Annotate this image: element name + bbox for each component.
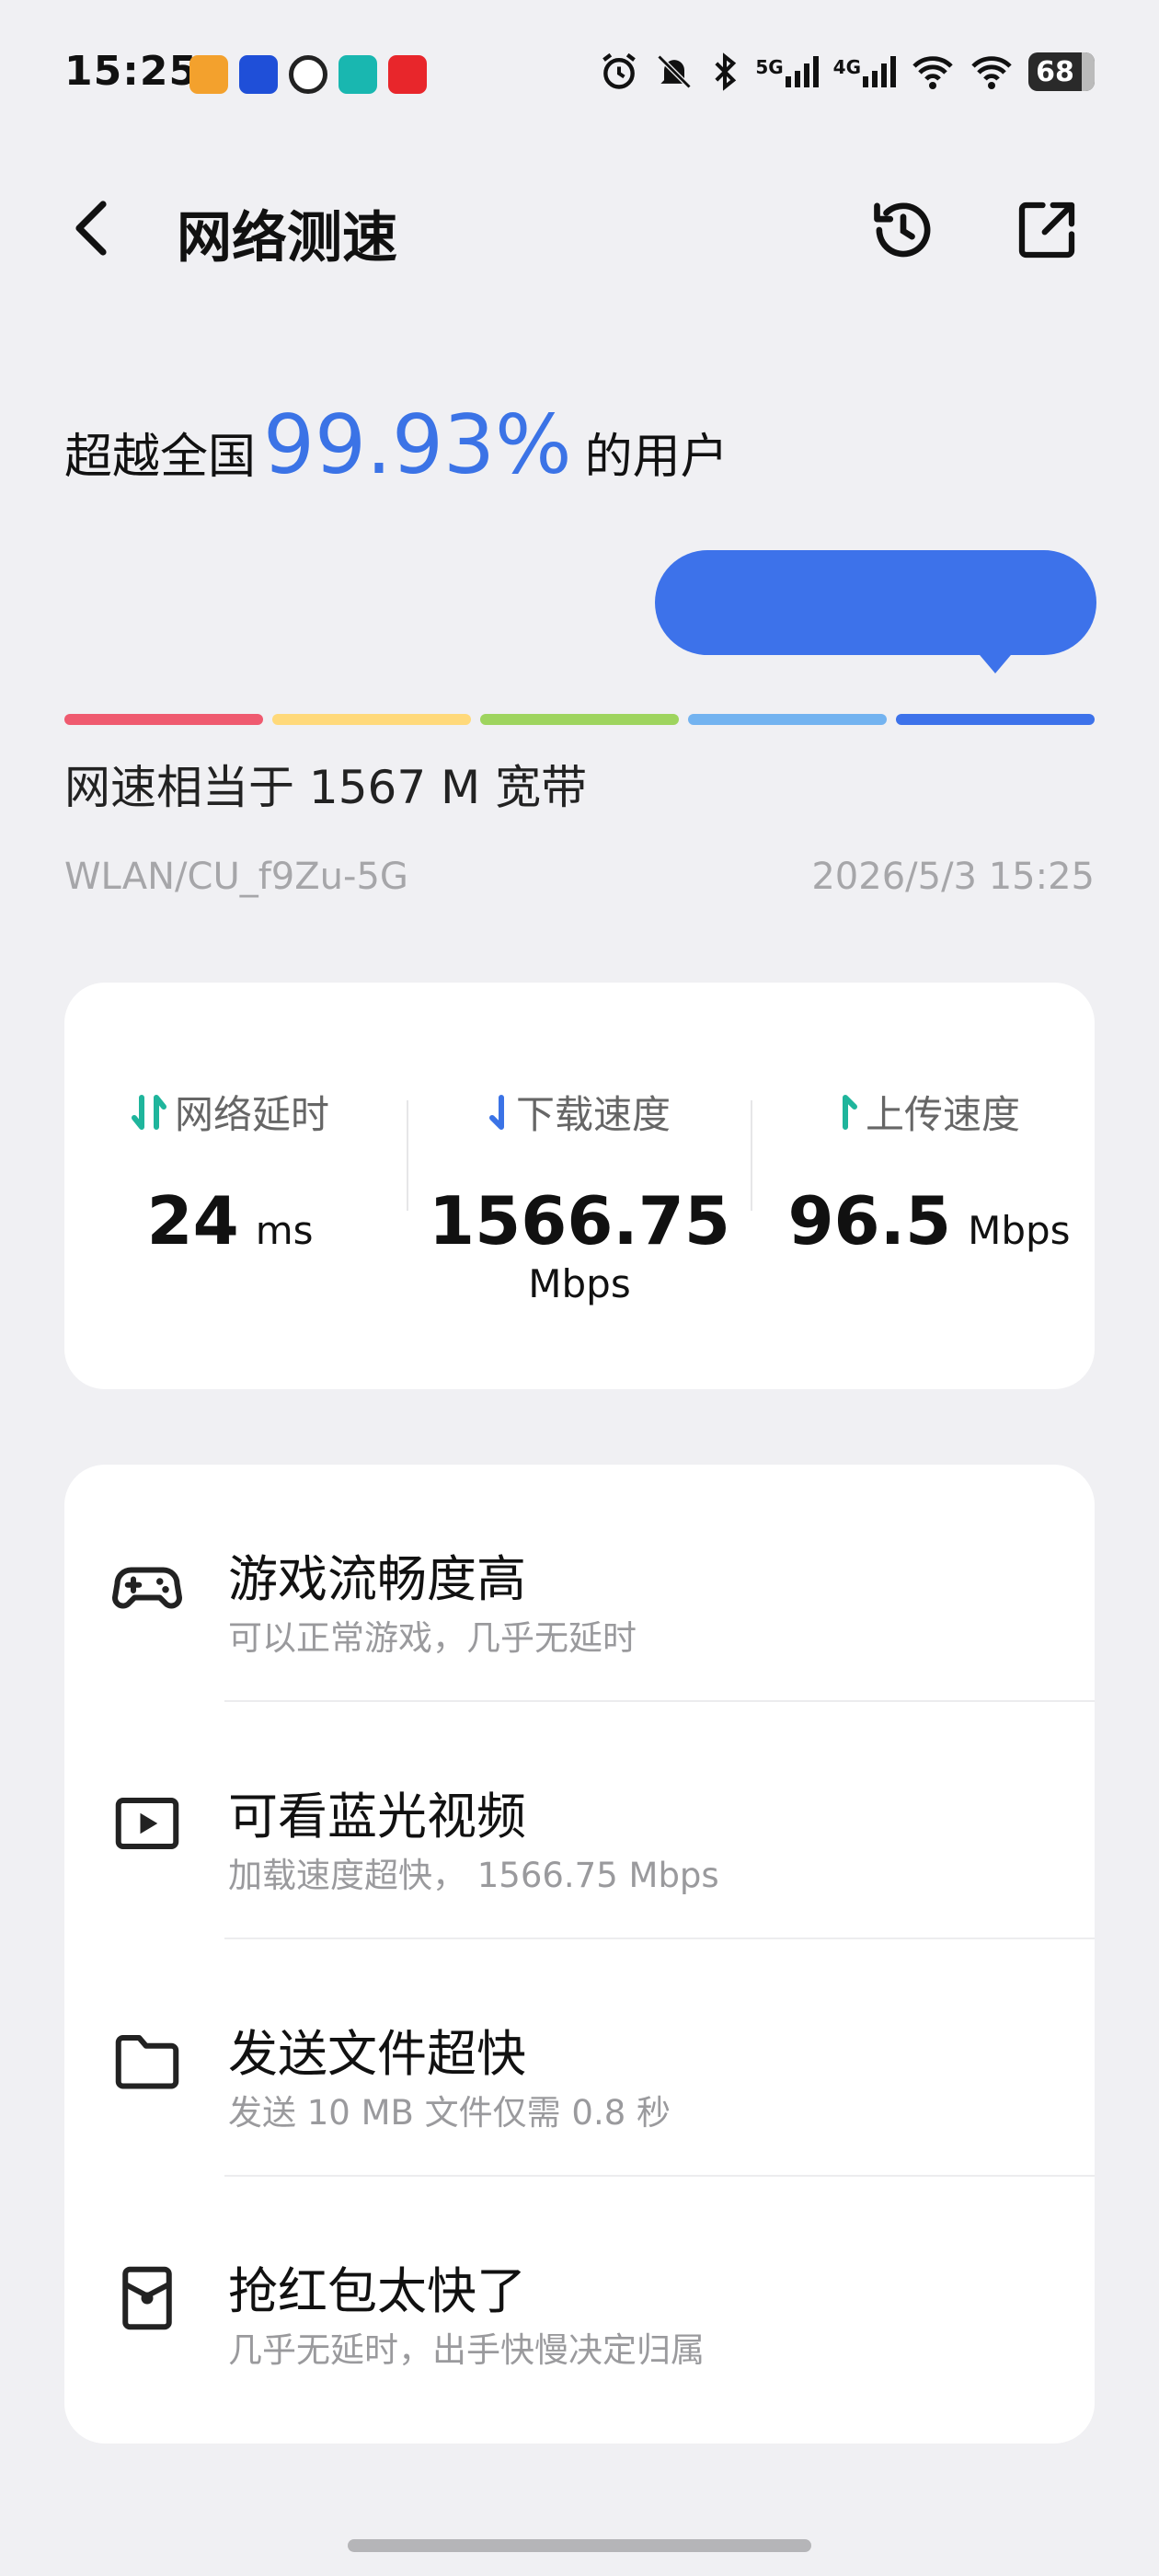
feature-description: 发送 10 MB 文件仅需 0.8 秒 [228, 2093, 671, 2133]
status-bar: 15:25 5G 4G 68 [0, 0, 1159, 147]
rank-prefix: 超越全国 [64, 430, 257, 485]
notification-app-icon [189, 55, 228, 94]
battery-indicator: 68 [1028, 52, 1095, 91]
latency-metric: 网络延时 24 ms [64, 1084, 396, 1259]
notification-app-icon [289, 55, 327, 94]
upload-label: 上传速度 [865, 1092, 1020, 1137]
mute-bell-icon [657, 54, 692, 89]
notification-app-icon [239, 55, 278, 94]
speed-test-page: 15:25 5G 4G 68 网络测速 超越全国 99.93% 的用户 网速相当… [0, 0, 1159, 2576]
chevron-left-icon [75, 201, 107, 256]
feature-red-packet: 抢红包太快了 几乎无延时，出手快慢决定归属 [64, 2177, 1095, 2414]
status-indicators: 5G 4G 68 [599, 52, 1095, 92]
back-button[interactable] [55, 191, 129, 265]
upload-value: 96.5 [787, 1182, 952, 1259]
metrics-card: 网络延时 24 ms 下载速度 1566.75 Mbps 上传速度 96.5 M… [64, 983, 1095, 1389]
gamepad-icon [110, 1549, 184, 1623]
rank-percent: 99.93% [263, 397, 572, 492]
metric-divider [751, 1100, 752, 1211]
share-external-icon [1018, 201, 1075, 259]
feature-video: 可看蓝光视频 加载速度超快， 1566.75 Mbps [64, 1702, 1095, 1939]
latency-arrows-icon [131, 1094, 166, 1130]
feature-description: 加载速度超快， 1566.75 Mbps [228, 1856, 719, 1895]
history-icon [874, 202, 931, 258]
latency-value: 24 [146, 1182, 239, 1259]
download-value: 1566.75 [429, 1182, 730, 1259]
download-unit: Mbps [528, 1261, 631, 1306]
red-packet-icon [110, 2261, 184, 2335]
notification-app-icon [339, 55, 377, 94]
cell-signal-icon [785, 56, 819, 87]
rank-summary: 超越全国 99.93% 的用户 [64, 397, 729, 499]
feature-title: 发送文件超快 [228, 2025, 526, 2083]
speed-scale-segment [688, 714, 887, 725]
speed-scale-segment [64, 714, 263, 725]
signal-5g: 5G [755, 56, 819, 87]
speed-scale-bar [64, 714, 1095, 725]
history-button[interactable] [865, 191, 942, 269]
test-timestamp: 2026/5/3 15:25 [811, 856, 1095, 898]
feature-title: 游戏流畅度高 [228, 1550, 526, 1608]
wifi-plus-icon [912, 56, 953, 89]
signal-4g: 4G [833, 56, 896, 87]
status-time: 15:25 [64, 48, 199, 95]
feature-title: 可看蓝光视频 [228, 1788, 526, 1846]
share-button[interactable] [1008, 191, 1085, 269]
download-arrow-icon [488, 1094, 504, 1130]
download-metric: 下载速度 1566.75 Mbps [414, 1084, 745, 1306]
video-play-icon [110, 1787, 184, 1860]
folder-icon [110, 2024, 184, 2098]
experience-features-card: 游戏流畅度高 可以正常游戏，几乎无延时 可看蓝光视频 加载速度超快， 1566.… [64, 1465, 1095, 2444]
metric-divider [407, 1100, 408, 1211]
upload-unit: Mbps [968, 1208, 1071, 1253]
speed-scale-segment [480, 714, 679, 725]
wifi-icon [971, 56, 1012, 89]
notification-app-icons [189, 55, 427, 94]
broadband-equivalent: 网速相当于 1567 M 宽带 [64, 761, 588, 814]
network-name: WLAN/CU_f9Zu-5G [64, 856, 408, 898]
download-label: 下载速度 [515, 1092, 671, 1137]
feature-description: 可以正常游戏，几乎无延时 [228, 1618, 637, 1658]
upload-metric: 上传速度 96.5 Mbps [763, 1084, 1095, 1259]
feature-gaming: 游戏流畅度高 可以正常游戏，几乎无延时 [64, 1465, 1095, 1702]
upload-arrow-icon [842, 1094, 857, 1130]
speed-level-bubble-tail [975, 650, 1016, 673]
bluetooth-icon [715, 52, 737, 91]
latency-label: 网络延时 [174, 1092, 329, 1137]
latency-unit: ms [255, 1208, 314, 1253]
notification-app-icon [388, 55, 427, 94]
feature-file-transfer: 发送文件超快 发送 10 MB 文件仅需 0.8 秒 [64, 1939, 1095, 2177]
feature-description: 几乎无延时，出手快慢决定归属 [228, 2330, 705, 2370]
battery-level: 68 [1036, 56, 1074, 88]
home-indicator[interactable] [348, 2539, 811, 2552]
page-title: 网络测速 [177, 206, 397, 270]
app-header: 网络测速 [0, 175, 1159, 276]
speed-scale-segment [896, 714, 1095, 725]
speed-scale-segment [272, 714, 471, 725]
speed-level-bubble [655, 550, 1096, 655]
feature-title: 抢红包太快了 [228, 2262, 526, 2320]
cell-signal-icon [863, 56, 896, 87]
alarm-icon [602, 52, 637, 89]
rank-suffix: 的用户 [584, 430, 729, 485]
